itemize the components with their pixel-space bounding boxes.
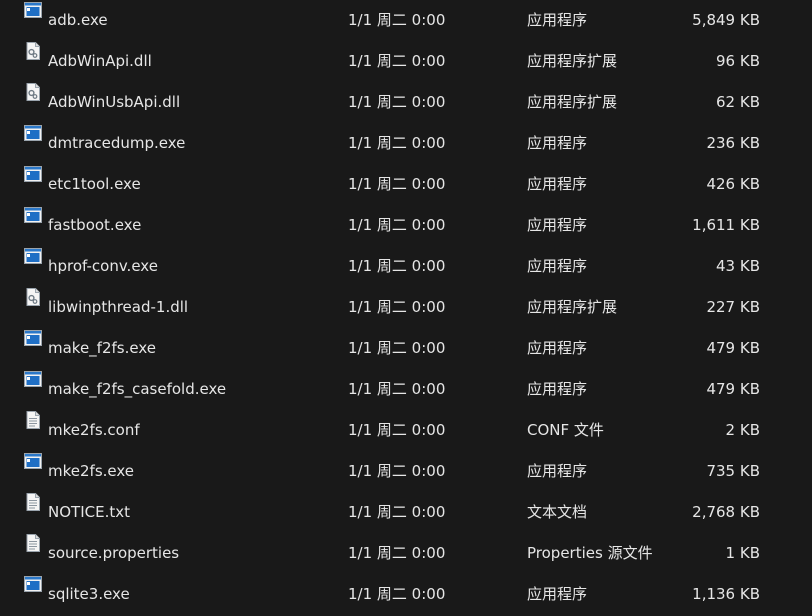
- application-file-icon: [23, 369, 43, 389]
- file-name: mke2fs.conf: [48, 421, 140, 439]
- file-date-modified: 1/1 周二 0:00: [348, 11, 446, 29]
- file-type: 应用程序扩展: [527, 298, 618, 316]
- file-date-modified: 1/1 周二 0:00: [348, 216, 446, 234]
- file-date-modified: 1/1 周二 0:00: [348, 380, 446, 398]
- file-date-modified: 1/1 周二 0:00: [348, 462, 446, 480]
- file-type: 应用程序: [527, 339, 588, 357]
- file-row[interactable]: NOTICE.txt 1/1 周二 0:00 文本文档 2,768 KB: [0, 492, 812, 533]
- file-size: 96 KB: [716, 52, 760, 70]
- file-date-modified: 1/1 周二 0:00: [348, 585, 446, 603]
- text-file-icon: [23, 492, 43, 512]
- file-row[interactable]: make_f2fs_casefold.exe 1/1 周二 0:00 应用程序 479…: [0, 369, 812, 410]
- file-type: 应用程序: [527, 216, 588, 234]
- file-type: 应用程序扩展: [527, 93, 618, 111]
- file-name: dmtracedump.exe: [48, 134, 186, 152]
- application-file-icon: [23, 451, 43, 471]
- file-name: libwinpthread-1.dll: [48, 298, 189, 316]
- application-file-icon: [23, 574, 43, 594]
- file-size: 227 KB: [706, 298, 760, 316]
- file-type: Properties 源文件: [527, 544, 653, 562]
- file-size: 426 KB: [706, 175, 760, 193]
- file-type: 应用程序: [527, 380, 588, 398]
- dll-extension-file-icon: [23, 287, 43, 307]
- file-date-modified: 1/1 周二 0:00: [348, 421, 446, 439]
- file-date-modified: 1/1 周二 0:00: [348, 93, 446, 111]
- file-name: NOTICE.txt: [48, 503, 130, 521]
- application-file-icon: [23, 328, 43, 348]
- file-size: 236 KB: [706, 134, 760, 152]
- file-type: 应用程序: [527, 585, 588, 603]
- application-file-icon: [23, 0, 43, 20]
- file-size: 62 KB: [716, 93, 760, 111]
- file-row[interactable]: make_f2fs.exe 1/1 周二 0:00 应用程序 479 KB: [0, 328, 812, 369]
- file-row[interactable]: mke2fs.exe 1/1 周二 0:00 应用程序 735 KB: [0, 451, 812, 492]
- file-row[interactable]: AdbWinApi.dll 1/1 周二 0:00 应用程序扩展 96 KB: [0, 41, 812, 82]
- dll-extension-file-icon: [23, 82, 43, 102]
- application-file-icon: [23, 164, 43, 184]
- file-type: 文本文档: [527, 503, 588, 521]
- file-name: make_f2fs.exe: [48, 339, 156, 357]
- file-name: adb.exe: [48, 11, 108, 29]
- file-name: AdbWinApi.dll: [48, 52, 152, 70]
- file-name: etc1tool.exe: [48, 175, 141, 193]
- file-list: adb.exe 1/1 周二 0:00 应用程序 5,849 KB AdbWinApi.…: [0, 0, 812, 615]
- file-size: 479 KB: [706, 380, 760, 398]
- file-name: mke2fs.exe: [48, 462, 135, 480]
- file-date-modified: 1/1 周二 0:00: [348, 175, 446, 193]
- file-date-modified: 1/1 周二 0:00: [348, 339, 446, 357]
- file-size: 2 KB: [725, 421, 760, 439]
- application-file-icon: [23, 205, 43, 225]
- file-name: fastboot.exe: [48, 216, 142, 234]
- file-row[interactable]: AdbWinUsbApi.dll 1/1 周二 0:00 应用程序扩展 62 KB: [0, 82, 812, 123]
- file-name: source.properties: [48, 544, 180, 562]
- file-date-modified: 1/1 周二 0:00: [348, 503, 446, 521]
- file-size: 1 KB: [725, 544, 760, 562]
- file-size: 735 KB: [706, 462, 760, 480]
- file-name: AdbWinUsbApi.dll: [48, 93, 181, 111]
- file-date-modified: 1/1 周二 0:00: [348, 257, 446, 275]
- file-type: 应用程序: [527, 134, 588, 152]
- file-row[interactable]: dmtracedump.exe 1/1 周二 0:00 应用程序 236 KB: [0, 123, 812, 164]
- file-size: 5,849 KB: [692, 11, 760, 29]
- file-type: 应用程序: [527, 11, 588, 29]
- file-row[interactable]: source.properties 1/1 周二 0:00 Properties 源…: [0, 533, 812, 574]
- file-size: 479 KB: [706, 339, 760, 357]
- file-type: 应用程序扩展: [527, 52, 618, 70]
- file-date-modified: 1/1 周二 0:00: [348, 544, 446, 562]
- file-row[interactable]: adb.exe 1/1 周二 0:00 应用程序 5,849 KB: [0, 0, 812, 41]
- file-row[interactable]: etc1tool.exe 1/1 周二 0:00 应用程序 426 KB: [0, 164, 812, 205]
- file-date-modified: 1/1 周二 0:00: [348, 134, 446, 152]
- file-name: hprof-conv.exe: [48, 257, 158, 275]
- file-row[interactable]: sqlite3.exe 1/1 周二 0:00 应用程序 1,136 KB: [0, 574, 812, 615]
- file-type: 应用程序: [527, 257, 588, 275]
- file-size: 1,136 KB: [692, 585, 760, 603]
- file-row[interactable]: hprof-conv.exe 1/1 周二 0:00 应用程序 43 KB: [0, 246, 812, 287]
- file-size: 43 KB: [716, 257, 760, 275]
- file-row[interactable]: mke2fs.conf 1/1 周二 0:00 CONF 文件 2 KB: [0, 410, 812, 451]
- file-type: 应用程序: [527, 462, 588, 480]
- file-row[interactable]: libwinpthread-1.dll 1/1 周二 0:00 应用程序扩展 227 …: [0, 287, 812, 328]
- text-file-icon: [23, 533, 43, 553]
- file-name: make_f2fs_casefold.exe: [48, 380, 227, 398]
- file-name: sqlite3.exe: [48, 585, 130, 603]
- text-file-icon: [23, 410, 43, 430]
- file-date-modified: 1/1 周二 0:00: [348, 52, 446, 70]
- file-size: 2,768 KB: [692, 503, 760, 521]
- file-size: 1,611 KB: [692, 216, 760, 234]
- dll-extension-file-icon: [23, 41, 43, 61]
- application-file-icon: [23, 123, 43, 143]
- file-type: 应用程序: [527, 175, 588, 193]
- file-date-modified: 1/1 周二 0:00: [348, 298, 446, 316]
- application-file-icon: [23, 246, 43, 266]
- file-type: CONF 文件: [527, 421, 604, 439]
- file-row[interactable]: fastboot.exe 1/1 周二 0:00 应用程序 1,611 KB: [0, 205, 812, 246]
